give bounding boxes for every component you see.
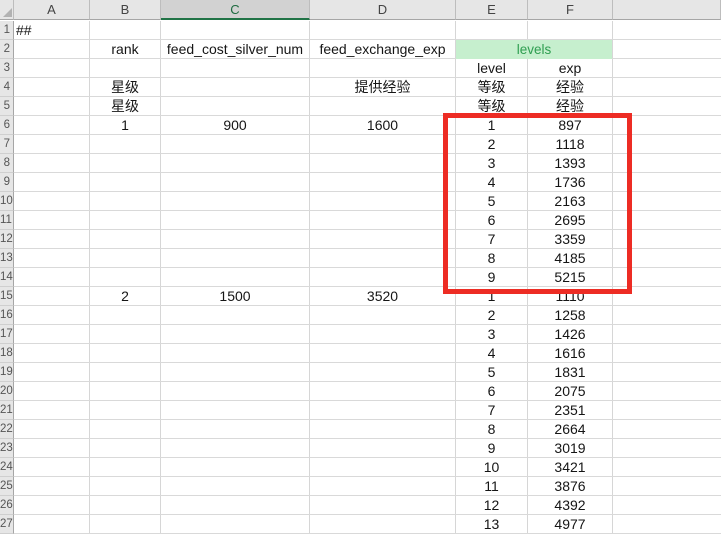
row-header-1[interactable]: 1: [0, 21, 14, 40]
gridline-horizontal: [14, 324, 721, 325]
cell-E27[interactable]: 13: [456, 515, 527, 534]
spreadsheet: ABCDEF 123456789101112131415161718192021…: [0, 0, 721, 535]
cell-E4[interactable]: 等级: [456, 78, 527, 97]
column-header-D[interactable]: D: [310, 0, 456, 20]
cell-E26[interactable]: 12: [456, 496, 527, 515]
cell-E25[interactable]: 11: [456, 477, 527, 496]
cell-C15[interactable]: 1500: [161, 287, 309, 306]
cell-E23[interactable]: 9: [456, 439, 527, 458]
gridline-horizontal: [14, 400, 721, 401]
cell-F26[interactable]: 4392: [528, 496, 612, 515]
row-header-12[interactable]: 12: [0, 230, 14, 249]
select-all-corner-icon[interactable]: [0, 0, 14, 20]
cell-B5[interactable]: 星级: [90, 97, 160, 116]
row-header-8[interactable]: 8: [0, 154, 14, 173]
cell-D2[interactable]: feed_exchange_exp: [310, 40, 455, 59]
row-header-7[interactable]: 7: [0, 135, 14, 154]
cell-F21[interactable]: 2351: [528, 401, 612, 420]
column-header-C[interactable]: C: [161, 0, 310, 20]
row-header-2[interactable]: 2: [0, 40, 14, 59]
cell-E2[interactable]: levels: [456, 40, 612, 59]
gridline-horizontal: [14, 476, 721, 477]
gridline-horizontal: [14, 495, 721, 496]
cell-D15[interactable]: 3520: [310, 287, 455, 306]
row-header-21[interactable]: 21: [0, 401, 14, 420]
row-header-23[interactable]: 23: [0, 439, 14, 458]
gridline-horizontal: [14, 343, 721, 344]
cell-B2[interactable]: rank: [90, 40, 160, 59]
row-header-27[interactable]: 27: [0, 515, 14, 534]
cell-E22[interactable]: 8: [456, 420, 527, 439]
gridline-horizontal: [14, 457, 721, 458]
cell-E19[interactable]: 5: [456, 363, 527, 382]
cell-C2[interactable]: feed_cost_silver_num: [161, 40, 309, 59]
column-header-B[interactable]: B: [90, 0, 161, 20]
cell-E16[interactable]: 2: [456, 306, 527, 325]
gridline-horizontal: [14, 362, 721, 363]
cell-F3[interactable]: exp: [528, 59, 612, 78]
cell-B6[interactable]: 1: [90, 116, 160, 135]
cell-F27[interactable]: 4977: [528, 515, 612, 534]
cell-E17[interactable]: 3: [456, 325, 527, 344]
row-header-20[interactable]: 20: [0, 382, 14, 401]
cell-F16[interactable]: 1258: [528, 306, 612, 325]
row-header-3[interactable]: 3: [0, 59, 14, 78]
cell-F22[interactable]: 2664: [528, 420, 612, 439]
row-header-19[interactable]: 19: [0, 363, 14, 382]
row-header-22[interactable]: 22: [0, 420, 14, 439]
row-header-26[interactable]: 26: [0, 496, 14, 515]
cell-F4[interactable]: 经验: [528, 78, 612, 97]
gridline-horizontal: [14, 381, 721, 382]
cell-B15[interactable]: 2: [90, 287, 160, 306]
row-header-13[interactable]: 13: [0, 249, 14, 268]
cell-F23[interactable]: 3019: [528, 439, 612, 458]
gridline-horizontal: [14, 533, 721, 534]
row-header-10[interactable]: 10: [0, 192, 14, 211]
cell-E20[interactable]: 6: [456, 382, 527, 401]
cell-F25[interactable]: 3876: [528, 477, 612, 496]
row-header-24[interactable]: 24: [0, 458, 14, 477]
row-header-16[interactable]: 16: [0, 306, 14, 325]
highlight-rectangle[interactable]: [443, 113, 632, 294]
cell-E3[interactable]: level: [456, 59, 527, 78]
cell-E18[interactable]: 4: [456, 344, 527, 363]
cell-C6[interactable]: 900: [161, 116, 309, 135]
row-header-5[interactable]: 5: [0, 97, 14, 116]
row-header-4[interactable]: 4: [0, 78, 14, 97]
cell-F18[interactable]: 1616: [528, 344, 612, 363]
cell-B4[interactable]: 星级: [90, 78, 160, 97]
cell-E21[interactable]: 7: [456, 401, 527, 420]
cell-F19[interactable]: 1831: [528, 363, 612, 382]
cell-F20[interactable]: 2075: [528, 382, 612, 401]
row-header-15[interactable]: 15: [0, 287, 14, 306]
cell-D4[interactable]: 提供经验: [310, 78, 455, 97]
cell-E24[interactable]: 10: [456, 458, 527, 477]
row-header-14[interactable]: 14: [0, 268, 14, 287]
row-header-25[interactable]: 25: [0, 477, 14, 496]
cell-D6[interactable]: 1600: [310, 116, 455, 135]
row-header-6[interactable]: 6: [0, 116, 14, 135]
cell-F24[interactable]: 3421: [528, 458, 612, 477]
column-header-E[interactable]: E: [456, 0, 528, 20]
row-header-18[interactable]: 18: [0, 344, 14, 363]
column-header-F[interactable]: F: [528, 0, 613, 20]
row-header-17[interactable]: 17: [0, 325, 14, 344]
column-header-blank[interactable]: [613, 0, 721, 20]
cell-F17[interactable]: 1426: [528, 325, 612, 344]
gridline-horizontal: [14, 438, 721, 439]
row-header-9[interactable]: 9: [0, 173, 14, 192]
gridline-horizontal: [14, 419, 721, 420]
gridline-horizontal: [14, 514, 721, 515]
column-header-A[interactable]: A: [14, 0, 90, 20]
cell-A1[interactable]: ##: [14, 21, 89, 40]
row-header-11[interactable]: 11: [0, 211, 14, 230]
